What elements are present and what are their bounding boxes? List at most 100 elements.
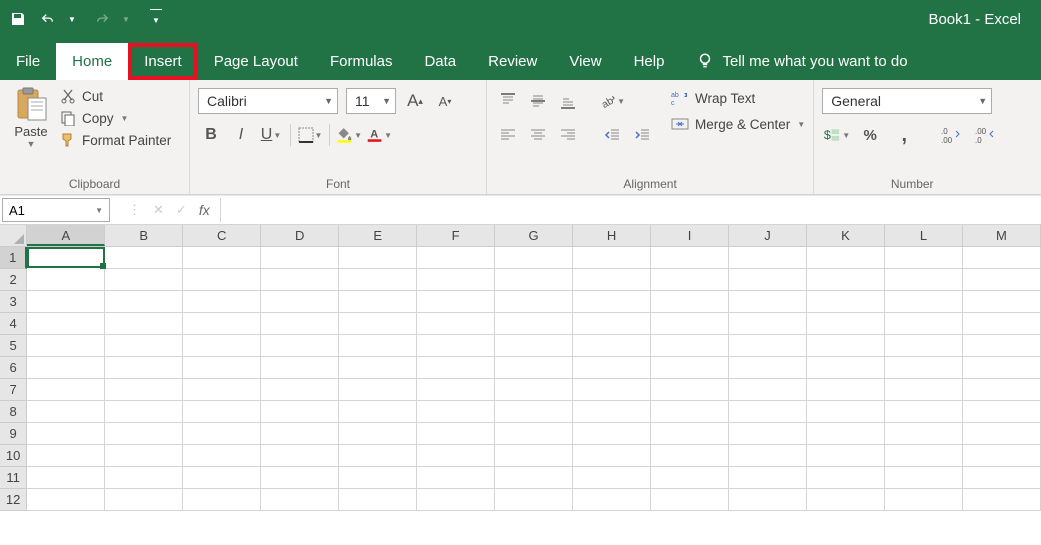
column-header[interactable]: D [261,225,339,246]
cell[interactable] [495,269,573,291]
font-size-combo[interactable]: 11 ▼ [346,88,396,114]
cell[interactable] [183,335,261,357]
cell[interactable] [495,379,573,401]
cell[interactable] [339,247,417,269]
cell[interactable] [963,269,1041,291]
column-header[interactable]: J [729,225,807,246]
copy-caret-icon[interactable]: ▼ [121,114,129,123]
column-header[interactable]: F [417,225,495,246]
cell[interactable] [27,313,105,335]
cell[interactable] [261,357,339,379]
cell[interactable] [729,445,807,467]
cell[interactable] [183,401,261,423]
tab-insert[interactable]: Insert [128,43,198,80]
cell[interactable] [27,247,104,268]
cell[interactable] [261,335,339,357]
comma-button[interactable]: , [890,122,918,148]
cell[interactable] [261,291,339,313]
cell[interactable] [963,335,1041,357]
cell[interactable] [261,423,339,445]
cell[interactable] [417,247,495,269]
tab-data[interactable]: Data [408,43,472,80]
cell[interactable] [729,467,807,489]
row-header[interactable]: 3 [0,291,27,313]
cell[interactable] [339,379,417,401]
cell[interactable] [183,467,261,489]
increase-indent-button[interactable] [629,122,655,148]
redo-icon[interactable] [92,9,112,29]
cell[interactable] [651,423,729,445]
bold-button[interactable]: B [198,122,224,148]
row-header[interactable]: 5 [0,335,27,357]
cell[interactable] [183,489,261,511]
cell[interactable] [651,489,729,511]
cell[interactable] [573,269,651,291]
cell[interactable] [885,247,963,269]
shrink-font-button[interactable]: A▾ [434,90,456,112]
cell[interactable] [963,357,1041,379]
copy-button[interactable]: Copy ▼ [60,110,171,126]
redo-caret-icon[interactable]: ▼ [116,9,136,29]
cell[interactable] [339,313,417,335]
cell[interactable] [885,313,963,335]
save-icon[interactable] [8,9,28,29]
cell[interactable] [27,379,105,401]
cell[interactable] [27,445,105,467]
cell[interactable] [807,247,885,269]
row-header[interactable]: 11 [0,467,27,489]
cell[interactable] [261,313,339,335]
cell[interactable] [807,489,885,511]
tab-file[interactable]: File [0,43,56,80]
cell[interactable] [105,335,183,357]
tell-me-search[interactable]: Tell me what you want to do [680,42,923,80]
tab-review[interactable]: Review [472,43,553,80]
cell[interactable] [105,269,183,291]
cell[interactable] [963,291,1041,313]
column-header[interactable]: G [495,225,573,246]
cell[interactable] [729,379,807,401]
cell[interactable] [573,401,651,423]
cell[interactable] [807,291,885,313]
row-header[interactable]: 8 [0,401,27,423]
cell[interactable] [651,445,729,467]
cell[interactable] [885,379,963,401]
cell[interactable] [261,379,339,401]
cell[interactable] [183,291,261,313]
row-header[interactable]: 9 [0,423,27,445]
row-header[interactable]: 7 [0,379,27,401]
cell[interactable] [261,247,339,269]
cell[interactable] [573,247,651,269]
cell[interactable] [105,379,183,401]
format-painter-button[interactable]: Format Painter [60,132,171,148]
cell[interactable] [339,269,417,291]
cell[interactable] [417,467,495,489]
cell[interactable] [261,489,339,511]
column-header[interactable]: L [885,225,963,246]
cell[interactable] [651,247,729,269]
cell[interactable] [729,247,807,269]
cell[interactable] [807,379,885,401]
cell[interactable] [963,467,1041,489]
cell[interactable] [573,467,651,489]
font-name-combo[interactable]: Calibri ▼ [198,88,338,114]
merge-center-button[interactable]: Merge & Center ▼ [671,116,805,132]
align-left-button[interactable] [495,122,521,148]
cell[interactable] [105,423,183,445]
cell[interactable] [495,467,573,489]
cell[interactable] [339,423,417,445]
column-header[interactable]: B [105,225,183,246]
cell[interactable] [729,291,807,313]
tab-view[interactable]: View [553,43,617,80]
italic-button[interactable]: I [228,122,254,148]
name-box[interactable]: A1 ▼ [2,198,110,222]
cell[interactable] [885,467,963,489]
cancel-formula-icon[interactable]: ✕ [153,202,164,218]
cut-button[interactable]: Cut [60,88,171,104]
cell[interactable] [885,423,963,445]
cell[interactable] [495,247,573,269]
cell[interactable] [27,291,105,313]
cell[interactable] [729,335,807,357]
cell[interactable] [339,357,417,379]
formula-input[interactable] [220,198,1041,222]
cell[interactable] [417,445,495,467]
